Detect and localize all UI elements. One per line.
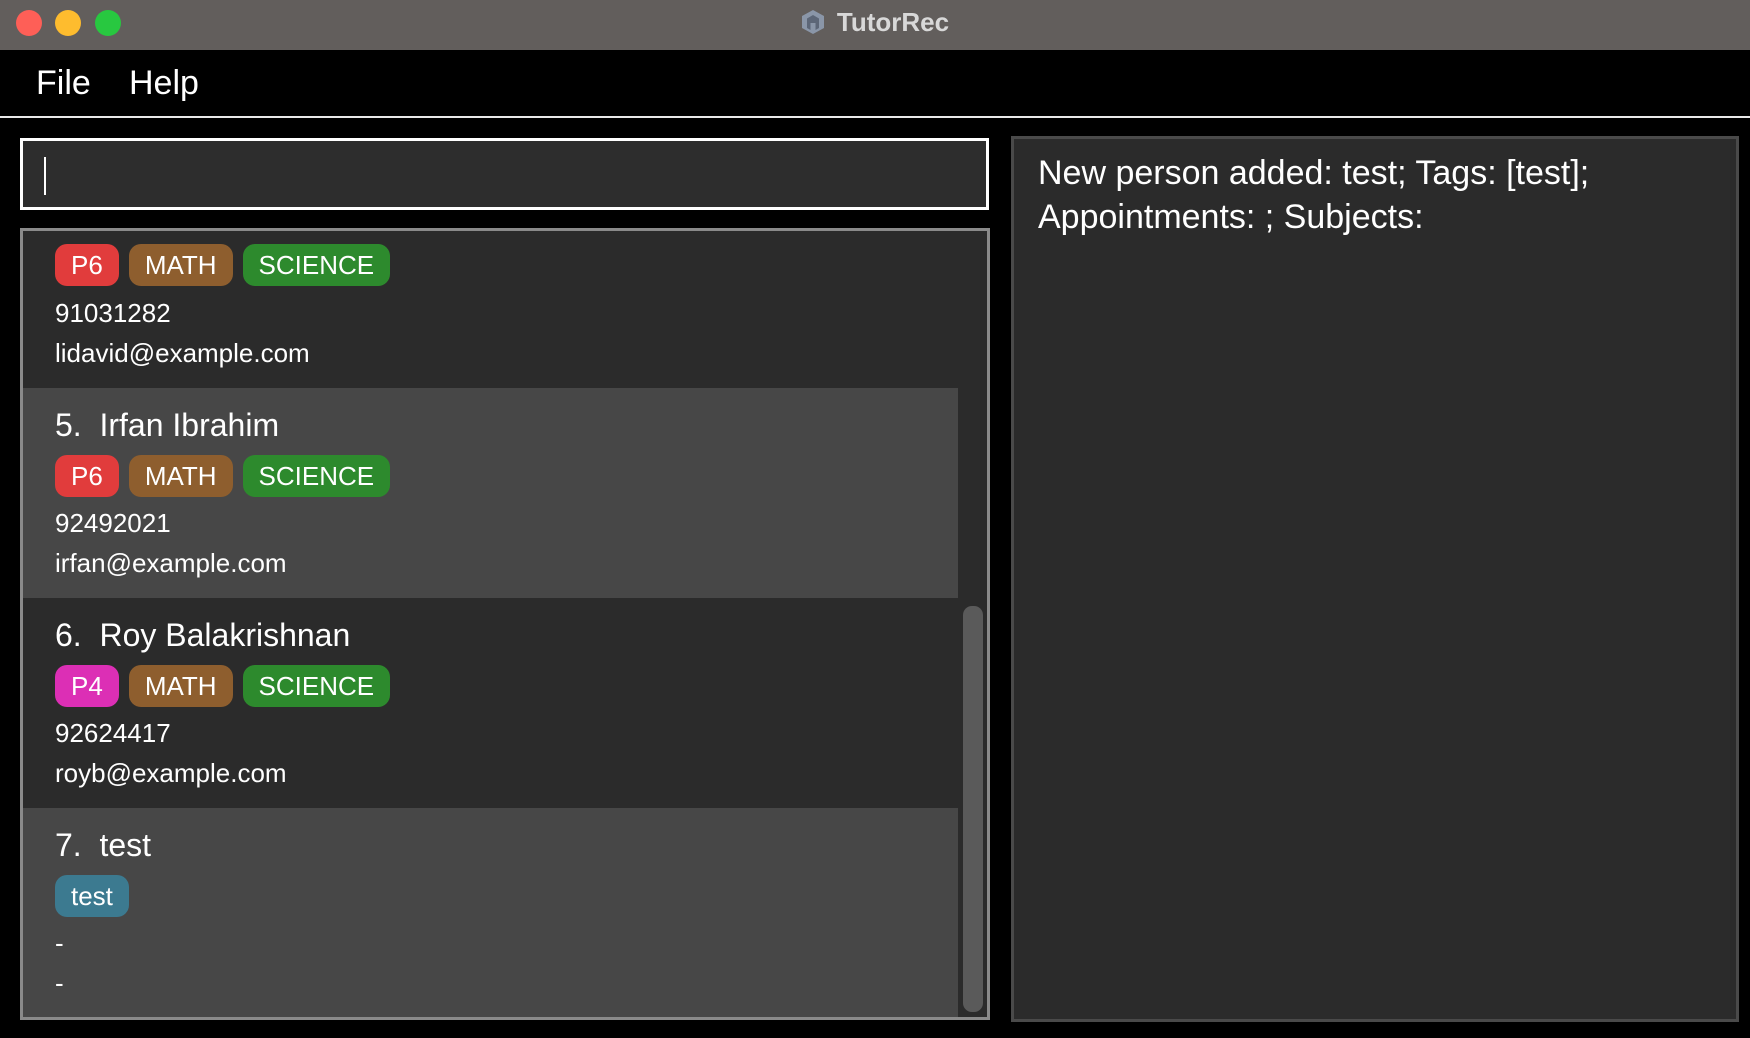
tag-badge: SCIENCE — [242, 244, 391, 286]
window-title-group: TutorRec — [0, 0, 1750, 44]
person-card[interactable]: 5. Irfan Ibrahim P6 MATH SCIENCE 9249202… — [23, 388, 958, 598]
tag-badge: MATH — [128, 665, 233, 707]
menu-file[interactable]: File — [36, 64, 91, 103]
tag-badge: P6 — [55, 244, 119, 286]
tag-list: test — [55, 875, 139, 917]
title-bar: TutorRec — [0, 0, 1750, 51]
tag-badge: P6 — [55, 455, 119, 497]
tag-badge: SCIENCE — [242, 455, 391, 497]
tag-list: P4 MATH SCIENCE — [55, 665, 400, 707]
email-address: irfan@example.com — [55, 548, 287, 578]
phone-number: 92492021 — [55, 508, 171, 538]
person-name: 6. Roy Balakrishnan — [55, 617, 351, 653]
person-card[interactable]: 7. test test - - — [23, 808, 958, 1017]
scrollbar-thumb[interactable] — [963, 606, 983, 1012]
person-card[interactable]: 6. Roy Balakrishnan P4 MATH SCIENCE 9262… — [23, 598, 958, 808]
result-message: New person added: test; Tags: [test]; Ap… — [1038, 154, 1590, 236]
text-caret — [44, 157, 46, 195]
tag-badge: MATH — [128, 244, 233, 286]
tag-badge: SCIENCE — [242, 665, 391, 707]
phone-number: 92624417 — [55, 718, 171, 748]
tag-list: P6 MATH SCIENCE — [55, 455, 400, 497]
person-list[interactable]: P6 MATH SCIENCE 91031282 lidavid@example… — [20, 228, 990, 1020]
tag-list: P6 MATH SCIENCE — [55, 244, 400, 286]
result-display: New person added: test; Tags: [test]; Ap… — [1011, 136, 1739, 1022]
tag-badge: P4 — [55, 665, 119, 707]
command-input[interactable] — [20, 138, 989, 210]
email-address: - — [55, 968, 64, 998]
tag-badge: MATH — [128, 455, 233, 497]
person-card[interactable]: P6 MATH SCIENCE 91031282 lidavid@example… — [23, 231, 958, 388]
phone-number: - — [55, 928, 64, 958]
email-address: lidavid@example.com — [55, 338, 310, 368]
app-icon — [801, 10, 824, 34]
tag-badge: test — [55, 875, 129, 917]
person-name: 5. Irfan Ibrahim — [55, 407, 280, 443]
person-name: 7. test — [55, 827, 152, 863]
email-address: royb@example.com — [55, 758, 287, 788]
phone-number: 91031282 — [55, 298, 171, 328]
menu-bar: File Help — [0, 50, 1750, 118]
window-title: TutorRec — [836, 6, 950, 37]
menu-help[interactable]: Help — [129, 64, 199, 103]
